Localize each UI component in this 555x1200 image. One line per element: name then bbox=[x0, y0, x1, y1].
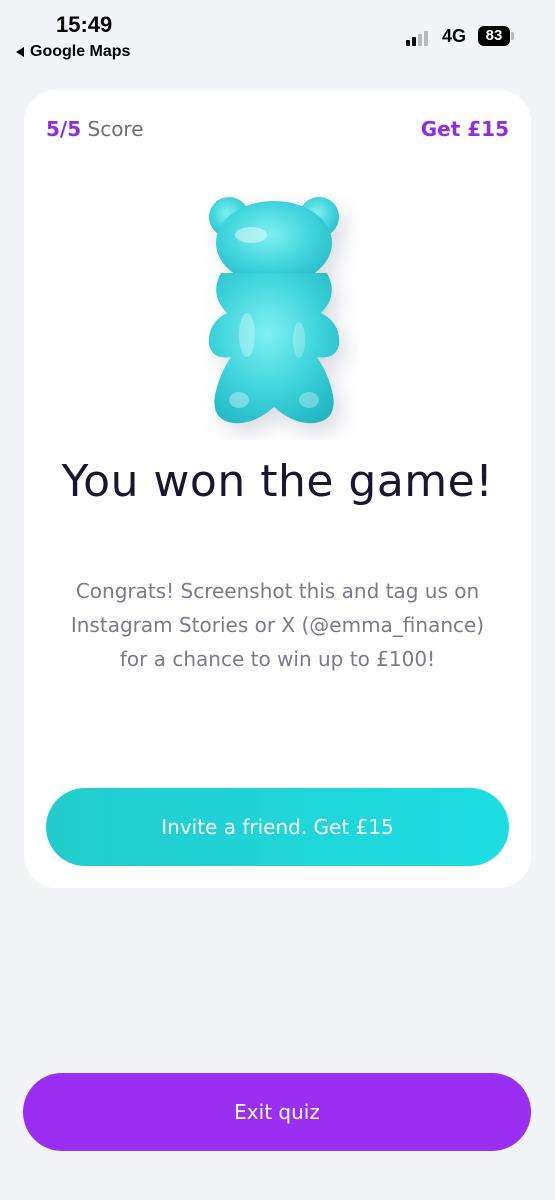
exit-quiz-button[interactable]: Exit quiz bbox=[23, 1073, 531, 1151]
back-triangle-icon bbox=[16, 47, 24, 57]
congrats-message: Congrats! Screenshot this and tag us on … bbox=[70, 579, 485, 671]
score: 5/5 Score bbox=[46, 117, 144, 141]
result-card: 5/5 Score Get £15 You won the game! Cong… bbox=[24, 90, 531, 888]
clock: 15:49 bbox=[56, 12, 113, 37]
gummy-bear-illustration bbox=[208, 197, 340, 424]
back-app-label: Google Maps bbox=[30, 43, 131, 60]
battery-tip bbox=[511, 32, 514, 40]
score-value: 5/5 bbox=[46, 117, 82, 141]
invite-friend-button[interactable]: Invite a friend. Get £15 bbox=[46, 788, 509, 866]
status-bar: 15:49 Google Maps 4G 83 bbox=[0, 0, 555, 70]
signal-strength-icon bbox=[406, 30, 428, 46]
get-reward-link[interactable]: Get £15 bbox=[421, 117, 509, 141]
page-title: You won the game! bbox=[61, 456, 494, 507]
score-label: Score bbox=[87, 117, 144, 141]
back-to-app-link[interactable]: Google Maps bbox=[16, 43, 130, 61]
network-type: 4G bbox=[442, 26, 467, 46]
battery-icon: 83 bbox=[478, 26, 510, 46]
